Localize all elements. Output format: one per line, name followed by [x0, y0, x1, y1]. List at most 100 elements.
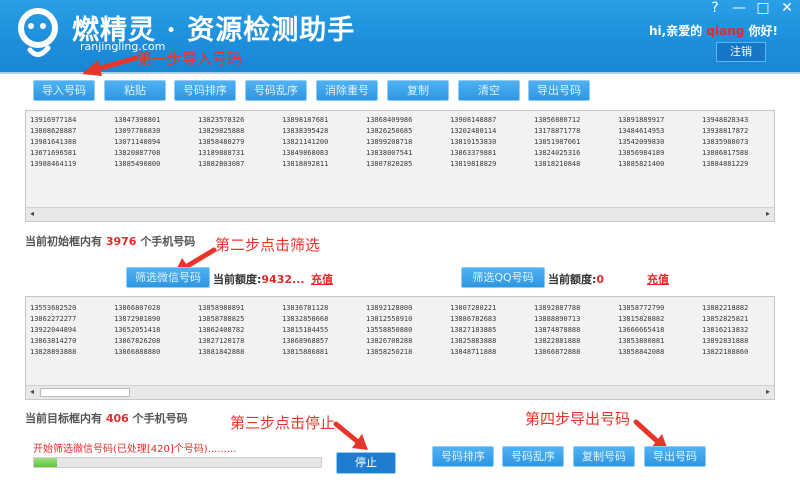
bottom-shuffle-button[interactable]: 号码乱序 — [502, 446, 564, 467]
scroll-left-icon[interactable]: ◂ — [30, 387, 34, 396]
wechat-quota: 当前额度:9432... — [213, 273, 305, 286]
phone-number-cell: 13922044894 — [30, 326, 77, 334]
phone-number-cell: 13881842888 — [198, 348, 245, 356]
phone-number-cell: 13838395428 — [282, 127, 329, 135]
export-button[interactable]: 导出号码 — [528, 80, 590, 101]
phone-number-cell: 13868409986 — [366, 116, 413, 124]
phone-number-cell: 13892831888 — [702, 337, 749, 345]
phone-number-cell: 13829825888 — [198, 127, 245, 135]
phone-number-cell: 13818210848 — [534, 160, 581, 168]
sort-button[interactable]: 号码排序 — [174, 80, 236, 101]
phone-number-cell: 13666665418 — [618, 326, 665, 334]
scroll-right-icon[interactable]: ▸ — [766, 209, 770, 218]
user-greeting: hi,亲爱的 qiang 你好! — [648, 24, 778, 38]
import-button[interactable]: 导入号码 — [33, 80, 95, 101]
phone-number-cell: 13868968857 — [282, 337, 329, 345]
stop-button[interactable]: 停止 — [336, 452, 396, 474]
phone-number-cell: 13189888731 — [198, 149, 245, 157]
phone-number-cell: 13863814270 — [30, 337, 77, 345]
phone-number-cell: 13862408782 — [198, 326, 245, 334]
window-controls: ? — □ ✕ — [708, 0, 794, 16]
phone-number-cell: 13826250685 — [366, 127, 413, 135]
phone-number-cell: 13858788825 — [198, 315, 245, 323]
initial-count: 3976 — [105, 235, 137, 248]
source-scrollbar[interactable]: ◂ ▸ — [26, 207, 774, 221]
phone-number-cell: 13832858668 — [282, 315, 329, 323]
phone-number-cell: 13888890713 — [534, 315, 581, 323]
phone-number-cell: 13821141200 — [282, 138, 329, 146]
qq-recharge-link[interactable]: 充值 — [647, 271, 669, 287]
phone-number-cell: 13885821400 — [618, 160, 665, 168]
phone-number-cell: 13981641388 — [30, 138, 77, 146]
filter-qq-button[interactable]: 筛选QQ号码 — [461, 267, 545, 288]
phone-number-cell: 13808628887 — [30, 127, 77, 135]
progress-text: 开始筛选微信号码(已处理[420]个号码)......... — [33, 444, 237, 455]
phone-number-cell: 13071140894 — [114, 138, 161, 146]
qq-quota: 当前额度:0 — [548, 273, 605, 286]
phone-number-cell: 13836781128 — [282, 304, 329, 312]
copy-button[interactable]: 复制 — [387, 80, 449, 101]
phone-number-cell: 13822881888 — [534, 337, 581, 345]
phone-number-cell: 13892887788 — [534, 304, 581, 312]
phone-number-cell: 13882218882 — [702, 304, 749, 312]
phone-number-cell: 13652051418 — [114, 326, 161, 334]
progress-fill — [34, 458, 57, 467]
annotation-arrow-icon — [333, 421, 368, 450]
logo-icon — [18, 8, 58, 57]
phone-number-cell: 13819818829 — [450, 160, 497, 168]
phone-number-cell: 13858842088 — [618, 348, 665, 356]
phone-number-cell: 13916977184 — [30, 116, 77, 124]
phone-number-cell: 13815184455 — [282, 326, 329, 334]
phone-number-cell: 13838007541 — [366, 149, 413, 157]
phone-number-cell: 13853800881 — [618, 337, 665, 345]
maximize-icon[interactable]: □ — [756, 0, 770, 16]
dedupe-button[interactable]: 消除重号 — [316, 80, 378, 101]
phone-number-cell: 13858980891 — [198, 304, 245, 312]
phone-number-cell: 13671696581 — [30, 149, 77, 157]
phone-number-cell: 13891889917 — [618, 116, 665, 124]
target-number-grid: 13553682520 13866807028 13858980891 1383678… — [30, 303, 786, 357]
phone-number-cell: 13553682520 — [30, 304, 77, 312]
phone-number-cell: 13988464119 — [30, 160, 77, 168]
phone-number-cell: 13856880712 — [534, 116, 581, 124]
phone-number-cell: 13815886881 — [282, 348, 329, 356]
phone-number-cell: 13178871778 — [534, 127, 581, 135]
phone-number-cell: 13558850880 — [366, 326, 413, 334]
phone-number-cell: 13851987061 — [534, 138, 581, 146]
bottom-sort-button[interactable]: 号码排序 — [432, 446, 494, 467]
phone-number-cell: 13812558910 — [366, 315, 413, 323]
phone-number-cell: 13848711888 — [450, 348, 497, 356]
paste-button[interactable]: 粘贴 — [104, 80, 166, 101]
phone-number-cell: 13542099830 — [618, 138, 665, 146]
scroll-right-icon[interactable]: ▸ — [766, 387, 770, 396]
bottom-export-button[interactable]: 导出号码 — [644, 446, 706, 467]
target-count: 406 — [105, 412, 129, 425]
annotation-step2: 第二步点击筛选 — [215, 236, 321, 254]
close-icon[interactable]: ✕ — [780, 0, 794, 16]
bottom-copy-button[interactable]: 复制号码 — [573, 446, 635, 467]
clear-button[interactable]: 清空 — [458, 80, 520, 101]
phone-number-cell: 13827120178 — [198, 337, 245, 345]
scroll-left-icon[interactable]: ◂ — [30, 209, 34, 218]
phone-number-cell: 13858250218 — [366, 348, 413, 356]
filter-wechat-button[interactable]: 筛选微信号码 — [126, 267, 210, 288]
phone-number-cell: 13807280221 — [450, 304, 497, 312]
phone-number-cell: 13872981890 — [114, 315, 161, 323]
phone-number-cell: 13819153830 — [450, 138, 497, 146]
shuffle-button[interactable]: 号码乱序 — [245, 80, 307, 101]
wechat-recharge-link[interactable]: 充值 — [311, 271, 333, 287]
phone-number-cell: 13823578326 — [198, 116, 245, 124]
source-number-box[interactable]: 13916977184 13847398801 13823578326 1389818… — [25, 110, 775, 222]
phone-number-cell: 13862272277 — [30, 315, 77, 323]
phone-number-cell: 13892128800 — [366, 304, 413, 312]
phone-number-cell: 13828893888 — [30, 348, 77, 356]
scroll-thumb[interactable] — [40, 388, 130, 397]
logout-button[interactable]: 注销 — [716, 42, 766, 62]
phone-number-cell: 13884881229 — [702, 160, 749, 168]
target-number-box[interactable]: 13553682520 13866807028 13858980891 1383678… — [25, 296, 775, 400]
phone-number-cell: 13097786830 — [114, 127, 161, 135]
phone-number-cell: 13908148887 — [450, 116, 497, 124]
target-scrollbar[interactable]: ◂ ▸ — [26, 385, 774, 399]
minimize-icon[interactable]: — — [732, 0, 746, 16]
help-icon[interactable]: ? — [708, 0, 722, 16]
